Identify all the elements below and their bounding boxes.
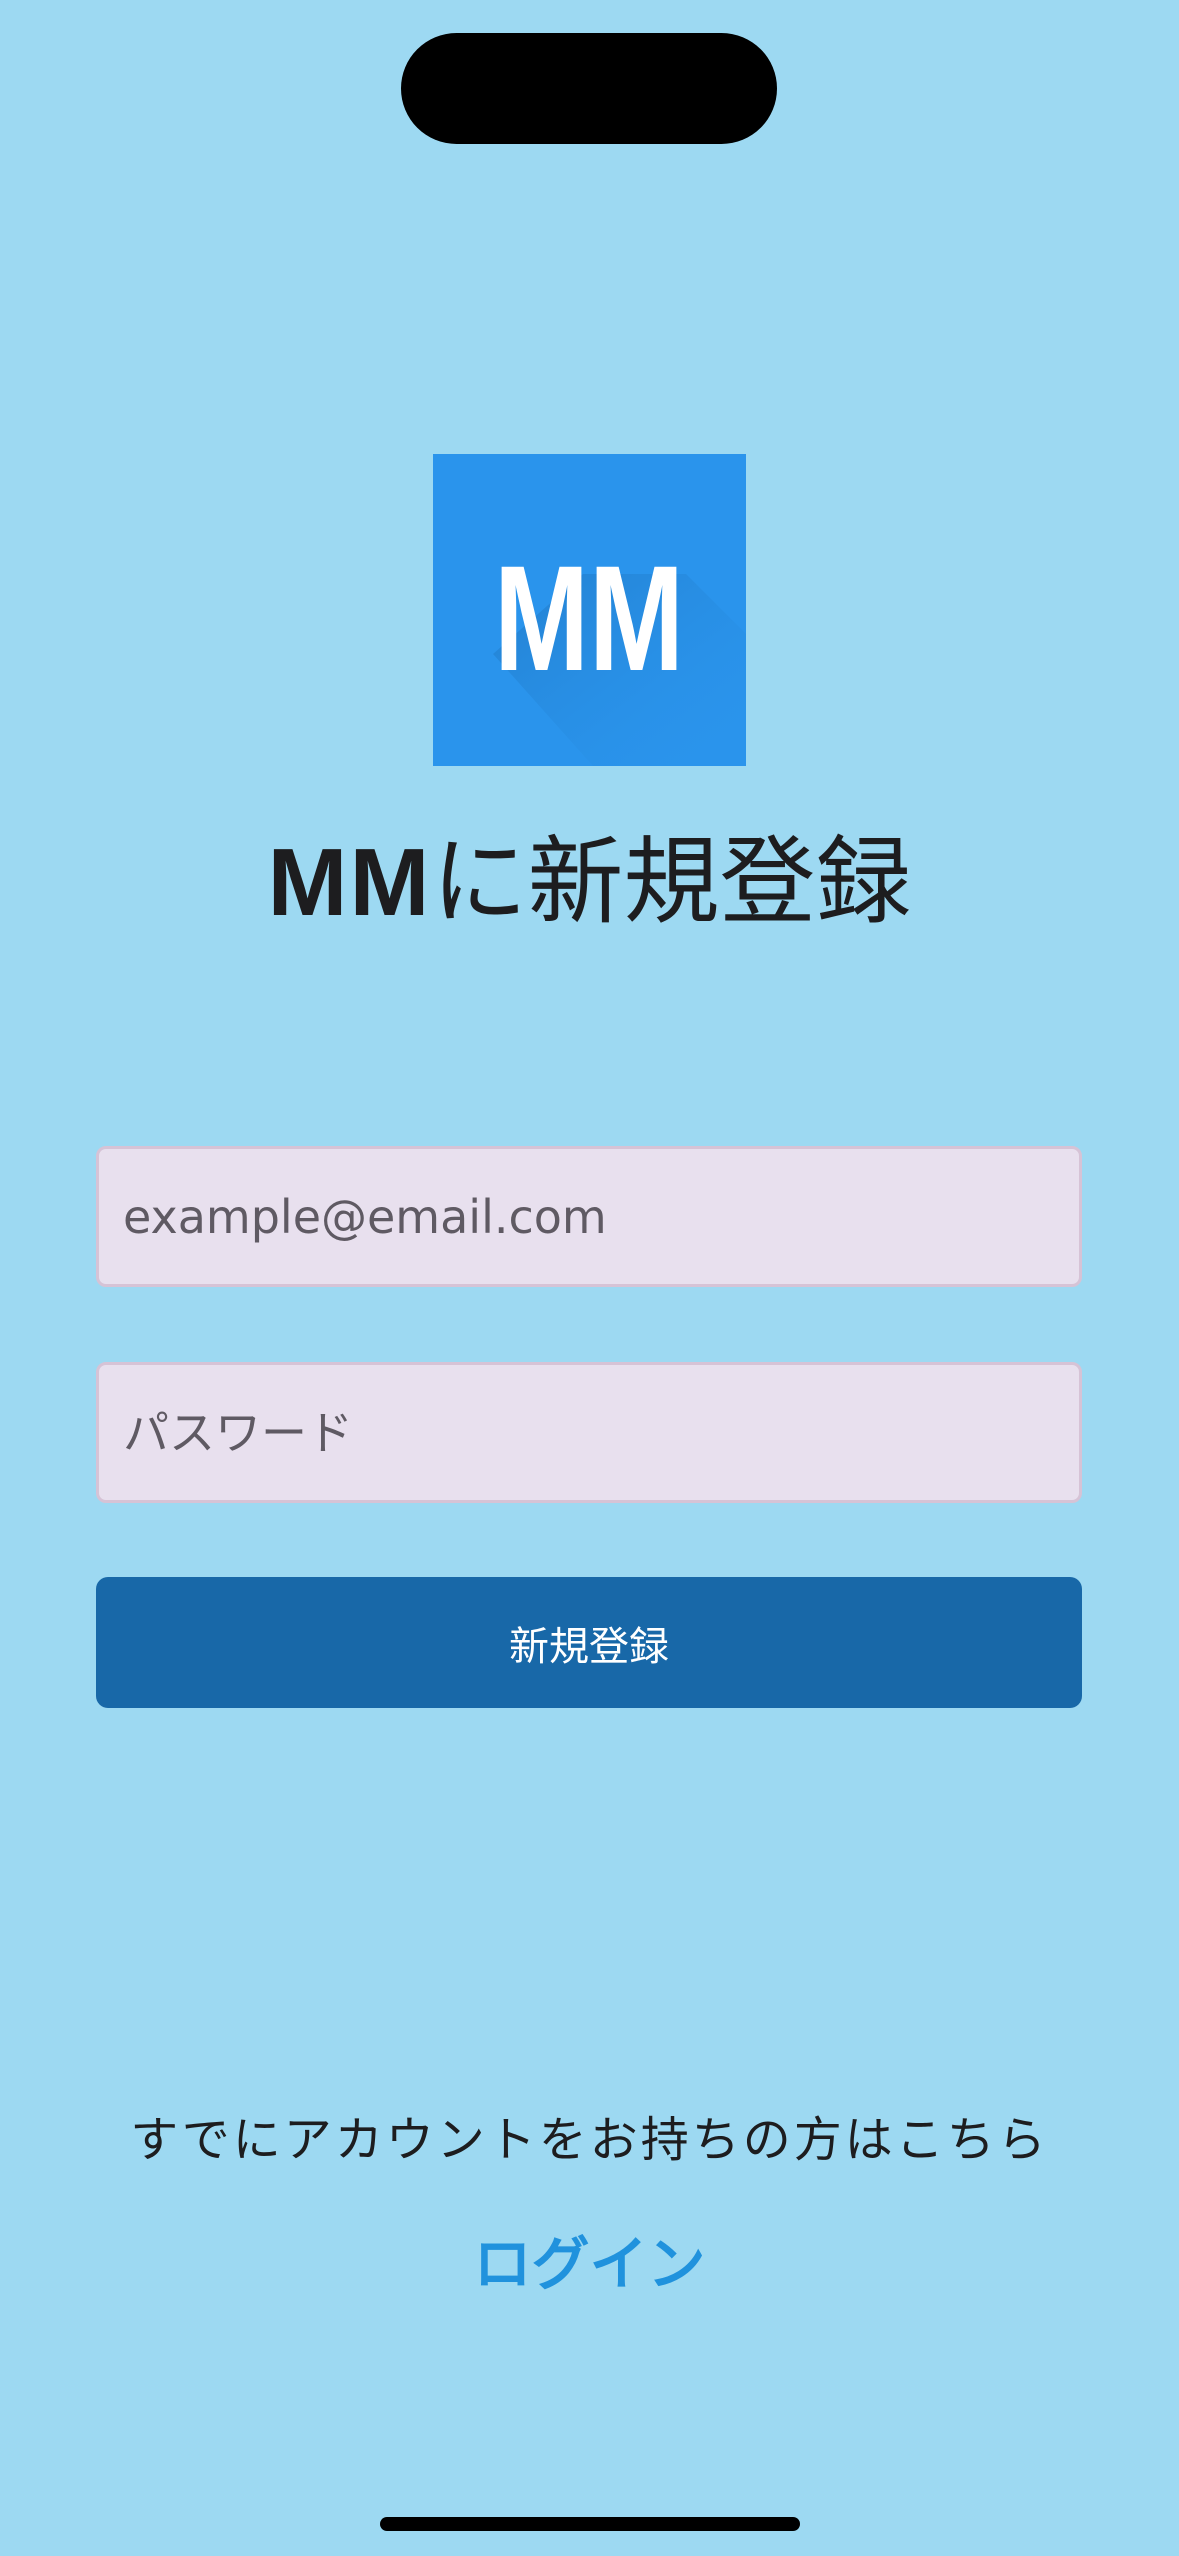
- dynamic-island: [401, 33, 777, 144]
- app-logo: MM: [433, 454, 746, 766]
- page-title-brand: MM: [267, 829, 432, 936]
- password-field[interactable]: [96, 1362, 1082, 1503]
- signup-button[interactable]: 新規登録: [96, 1577, 1082, 1708]
- page-title: MMに新規登録: [0, 822, 1179, 943]
- account-prompt: すでにアカウントをお持ちの方はこちら: [130, 2112, 1049, 2168]
- email-field[interactable]: [96, 1146, 1082, 1287]
- login-link[interactable]: ログイン: [0, 2228, 1179, 2300]
- password-input[interactable]: [99, 1365, 1079, 1500]
- home-indicator[interactable]: [380, 2517, 800, 2531]
- signup-button-label: 新規登録: [509, 1623, 669, 1670]
- app-logo-text: MM: [494, 534, 684, 702]
- page-title-text: に新規登録: [431, 826, 912, 938]
- app-logo-graphic: MM: [433, 454, 746, 766]
- email-input[interactable]: [99, 1149, 1079, 1284]
